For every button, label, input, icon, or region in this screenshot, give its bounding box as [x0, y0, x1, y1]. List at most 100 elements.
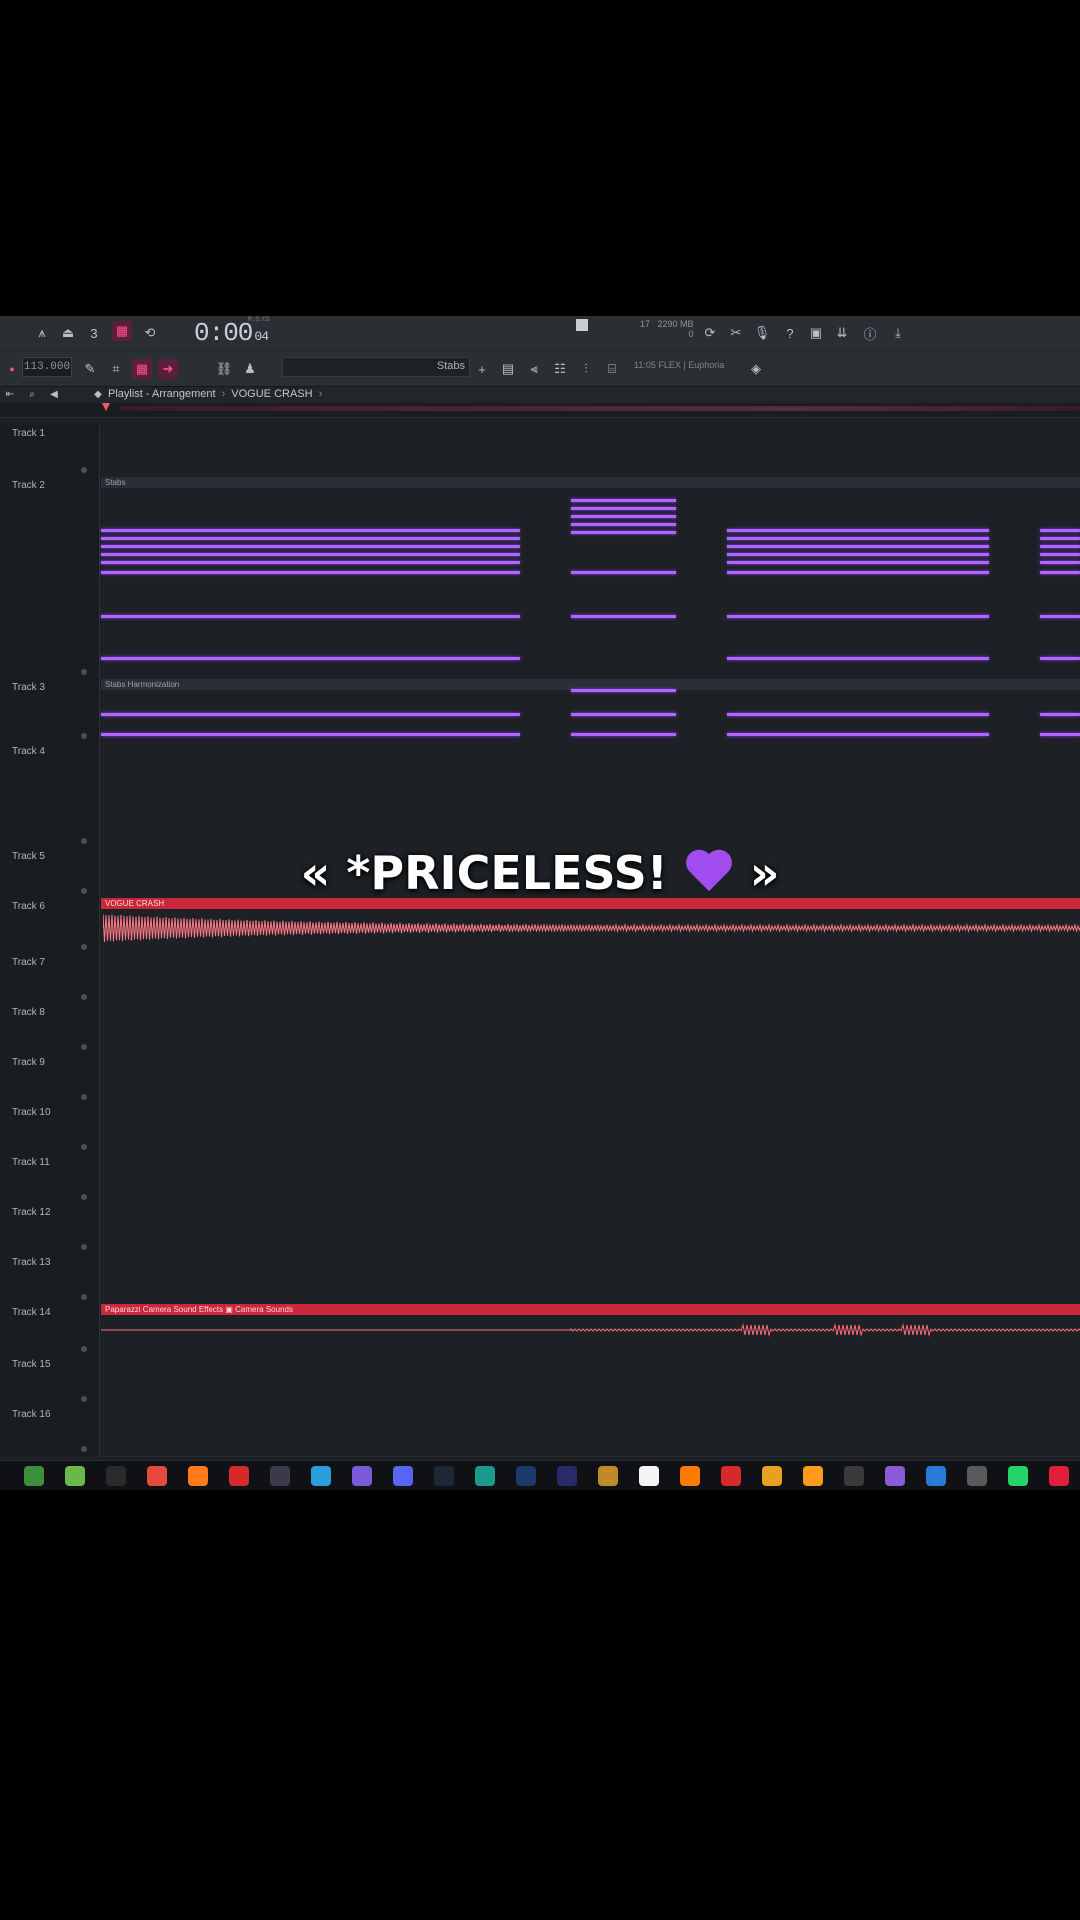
track-14[interactable]: Track 14 Paparazzi Camera Sound Effects ▣…: [0, 1304, 1080, 1357]
midi-note[interactable]: [727, 733, 989, 736]
terminal-icon[interactable]: [229, 1466, 249, 1486]
midi-note[interactable]: [1040, 529, 1080, 532]
refresh-icon[interactable]: ⟳: [700, 323, 720, 343]
document-icon[interactable]: [598, 1466, 618, 1486]
track-15[interactable]: Track 15: [0, 1356, 1080, 1407]
track-header[interactable]: Track 7: [0, 954, 100, 1004]
track-lane[interactable]: [101, 1204, 1080, 1255]
draw-tool-icon[interactable]: ✎: [80, 359, 100, 379]
midi-note[interactable]: [571, 615, 676, 618]
metronome-icon[interactable]: ⩚: [32, 323, 52, 343]
track-mute-led[interactable]: [81, 838, 87, 844]
midi-note[interactable]: [727, 657, 989, 660]
audio-waveform[interactable]: [101, 1314, 1080, 1354]
track-mute-led[interactable]: [81, 1396, 87, 1402]
fl-studio-icon[interactable]: [639, 1466, 659, 1486]
red-square-icon[interactable]: [680, 1466, 700, 1486]
save-icon[interactable]: ▣: [806, 323, 826, 343]
channel-rack-icon[interactable]: ☷: [550, 359, 570, 379]
yellow-app-icon[interactable]: [721, 1466, 741, 1486]
playlist-options-icon[interactable]: ◆: [88, 384, 108, 404]
track-header[interactable]: Track 8: [0, 1004, 100, 1054]
track-10[interactable]: Track 10: [0, 1104, 1080, 1155]
track-lane[interactable]: [101, 954, 1080, 1005]
playlist-icon[interactable]: ▤: [498, 359, 518, 379]
add-pattern-icon[interactable]: +: [472, 359, 492, 379]
midi-note[interactable]: [571, 499, 676, 502]
record-mode-icon[interactable]: ▦: [112, 321, 132, 341]
info-icon[interactable]: ⓘ: [860, 323, 880, 343]
record-icon[interactable]: [1008, 1466, 1028, 1486]
midi-note[interactable]: [1040, 571, 1080, 574]
mixer-icon[interactable]: ⫶: [576, 359, 596, 379]
misc-icon[interactable]: [926, 1466, 946, 1486]
midi-note[interactable]: [1040, 657, 1080, 660]
breadcrumb-path[interactable]: Playlist - Arrangement: [108, 388, 216, 400]
midi-note[interactable]: [101, 553, 520, 556]
midi-note[interactable]: [571, 713, 676, 716]
track-mute-led[interactable]: [81, 1044, 87, 1050]
folder-icon[interactable]: [803, 1466, 823, 1486]
whatsapp-icon[interactable]: [967, 1466, 987, 1486]
track-lane[interactable]: [101, 1356, 1080, 1407]
track-mute-led[interactable]: [81, 733, 87, 739]
midi-note[interactable]: [101, 537, 520, 540]
track-header[interactable]: Track 9: [0, 1054, 100, 1104]
midi-note[interactable]: [101, 561, 520, 564]
midi-note[interactable]: [101, 657, 520, 660]
clip-title[interactable]: Stabs: [101, 477, 1080, 488]
red-app-icon[interactable]: [188, 1466, 208, 1486]
track-mute-led[interactable]: [81, 1346, 87, 1352]
track-9[interactable]: Track 9: [0, 1054, 1080, 1105]
track-4[interactable]: Track 4: [0, 743, 1080, 849]
midi-note[interactable]: [571, 733, 676, 736]
midi-note[interactable]: [1040, 615, 1080, 618]
download-icon[interactable]: ⤓: [888, 323, 908, 343]
midi-note[interactable]: [571, 689, 676, 692]
midi-note[interactable]: [101, 733, 520, 736]
track-lane[interactable]: [101, 743, 1080, 849]
track-lane[interactable]: [101, 1254, 1080, 1305]
track-lane[interactable]: [101, 1054, 1080, 1105]
track-8[interactable]: Track 8: [0, 1004, 1080, 1055]
track-mute-led[interactable]: [81, 1446, 87, 1452]
track-mute-led[interactable]: [81, 1144, 87, 1150]
countdown-icon[interactable]: 3: [84, 323, 104, 343]
track-mute-led[interactable]: [81, 669, 87, 675]
track-mute-led[interactable]: [81, 1294, 87, 1300]
track-lane[interactable]: [101, 425, 1080, 478]
track-mute-led[interactable]: [81, 994, 87, 1000]
midi-note[interactable]: [1040, 713, 1080, 716]
midi-note[interactable]: [571, 531, 676, 534]
midi-note[interactable]: [727, 553, 989, 556]
track-header[interactable]: Track 13: [0, 1254, 100, 1304]
windows-app-icon[interactable]: [311, 1466, 331, 1486]
after-effects-icon[interactable]: [516, 1466, 536, 1486]
track-11[interactable]: Track 11: [0, 1154, 1080, 1205]
midi-note[interactable]: [571, 571, 676, 574]
playlist-mode-icon[interactable]: ▦: [132, 359, 152, 379]
tempo-field[interactable]: 113.000: [22, 357, 72, 377]
track-2[interactable]: Track 2 Stabs: [0, 477, 1080, 680]
midi-note[interactable]: [727, 529, 989, 532]
stamp-icon[interactable]: ♟: [240, 359, 260, 379]
track-header[interactable]: Track 16: [0, 1406, 100, 1456]
track-lane[interactable]: [101, 1154, 1080, 1205]
steam-icon[interactable]: [393, 1466, 413, 1486]
orange-app-icon[interactable]: [762, 1466, 782, 1486]
audio-waveform[interactable]: [103, 910, 1080, 950]
midi-note[interactable]: [727, 561, 989, 564]
sky-app-icon[interactable]: [270, 1466, 290, 1486]
midi-note[interactable]: [571, 515, 676, 518]
loop-record-icon[interactable]: ⟲: [140, 323, 160, 343]
midi-note[interactable]: [727, 545, 989, 548]
breadcrumb-project[interactable]: VOGUE CRASH: [231, 388, 312, 400]
track-header[interactable]: Track 10: [0, 1104, 100, 1154]
midi-note[interactable]: [101, 615, 520, 618]
track-6[interactable]: Track 6 VOGUE CRASH: [0, 898, 1080, 955]
track-7[interactable]: Track 7: [0, 954, 1080, 1005]
track-header[interactable]: Track 6: [0, 898, 100, 954]
midi-note[interactable]: [1040, 537, 1080, 540]
timeline-ruler[interactable]: [0, 403, 1080, 418]
speaker-icon[interactable]: ◀: [44, 384, 64, 404]
